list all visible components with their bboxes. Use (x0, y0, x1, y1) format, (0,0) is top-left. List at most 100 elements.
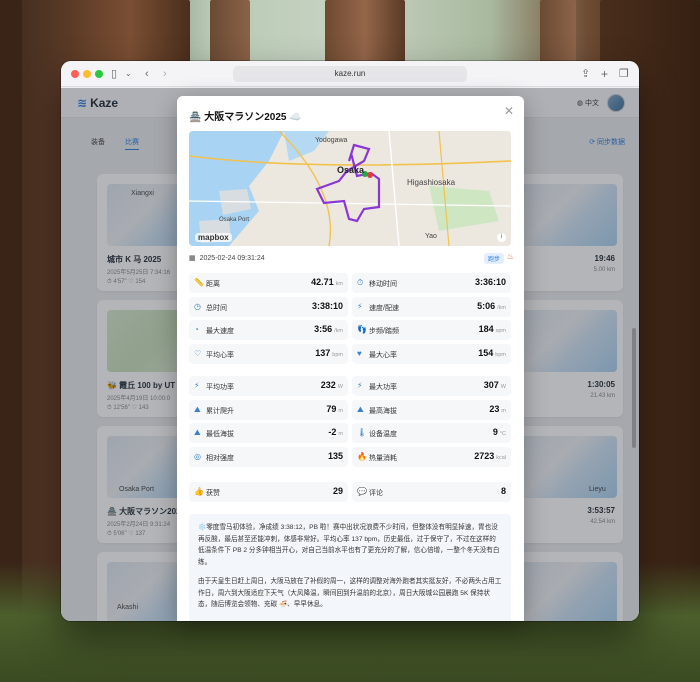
calendar-icon: ▦ (189, 255, 196, 262)
stat-icon: 💬 (357, 487, 367, 496)
stat-unit: bpm (332, 351, 343, 358)
stat-value: 9 °C (492, 427, 506, 437)
stat-stats_b-2: ⛰ 累计爬升 79 m (189, 399, 348, 420)
stat-label: 平均功率 (206, 384, 234, 391)
back-icon[interactable]: ‹ (145, 66, 149, 82)
stat-icon: ◔ (194, 325, 199, 334)
map-label-yao: Yao (425, 233, 437, 240)
stat-label: 评论 (369, 490, 383, 497)
stat-icon: ⛰ (194, 404, 201, 414)
info-icon[interactable]: i (497, 233, 506, 242)
stat-icon: ♥ (357, 348, 362, 358)
stat-unit: bpm (495, 351, 506, 358)
stat-icon: 👣 (357, 325, 367, 334)
flame-icon: ♨ (506, 252, 514, 261)
stat-label: 移动时间 (369, 281, 397, 288)
stat-label: 最大心率 (369, 351, 397, 359)
modal-title: 🏯 大阪マラソン2025 ☁️ (189, 112, 302, 123)
stat-value: 184 spm (478, 324, 506, 334)
stat-stats_b-6: ◎ 相对强度 135 (189, 446, 348, 467)
stat-icon: ⚡ (357, 301, 363, 311)
activity-date: ▦ 2025-02-24 09:31:24 (189, 255, 265, 262)
map-label-osaka-port: Osaka Port (219, 217, 250, 223)
route-map[interactable]: Yodogawa Osaka Higashiosaka Yao Osaka Po… (189, 131, 511, 246)
stat-icon: ⛰ (194, 428, 201, 437)
stat-label: 设备温度 (369, 431, 397, 438)
sidebar-toggle-icon[interactable]: ▯ (111, 66, 117, 82)
stat-label: 相对强度 (206, 454, 234, 462)
stat-label: 平均心率 (206, 351, 234, 359)
stat-icon: ⏱ (357, 278, 364, 287)
stat-stats_b-5: 🌡 设备温度 9 °C (352, 423, 511, 443)
stat-unit: spm (495, 328, 506, 334)
stat-unit: m (501, 407, 506, 414)
mapbox-logo: mapbox (195, 233, 232, 242)
sport-tag: 跑步 (483, 253, 504, 264)
stat-unit: W (337, 384, 343, 390)
stat-label: 最高海拔 (369, 407, 397, 415)
stat-icon: 👍 (194, 487, 204, 496)
stat-unit: kcal (496, 454, 506, 461)
stat-label: 热量消耗 (369, 454, 397, 462)
forward-icon[interactable]: › (163, 66, 167, 82)
url-text: kaze.run (334, 69, 366, 78)
stat-unit: /km (334, 328, 343, 334)
stat-value: 137 bpm (315, 347, 343, 358)
stat-value: 3:56/km (314, 324, 343, 334)
stat-value: 29 (332, 486, 343, 496)
stat-unit: m (338, 431, 343, 437)
zoom-window-button[interactable] (95, 70, 103, 78)
stat-stats_a-4: ◔ 最大速度 3:56/km (189, 320, 348, 340)
stat-stats_a-2: ◷ 总时间 3:38:10 (189, 296, 348, 317)
stat-stats_a-0: 📏 距离 42.71 km (189, 273, 348, 293)
address-bar[interactable]: kaze.run (233, 66, 467, 82)
stat-label: 距离 (206, 281, 220, 288)
stat-label: 最大速度 (206, 328, 234, 335)
stat-stats_b-3: ⛰ 最高海拔 23 m (352, 399, 511, 420)
stat-value: 232 W (320, 380, 343, 390)
stat-value: 42.71 km (311, 277, 343, 287)
stat-unit: °C (499, 431, 506, 437)
stat-label: 最大功率 (369, 384, 397, 391)
new-tab-icon[interactable]: + (601, 66, 608, 82)
stat-value: 23 m (489, 403, 506, 414)
stat-label: 速度/配速 (369, 304, 399, 312)
stat-value: 3:38:10 (311, 300, 343, 311)
description-paragraph: ❄️零度雪马初体验，净成绩 3:38:12，PB 啦！赛中出状况浪费不少时间，但… (198, 524, 500, 566)
close-icon[interactable]: ✕ (504, 104, 514, 118)
activity-detail-modal: 🏯 大阪マラソン2025 ☁️ ✕ Yodogawa Osaka Higashi… (177, 96, 524, 621)
stat-unit: W (500, 384, 506, 390)
stat-icon: 🔥 (357, 451, 367, 461)
stat-value: 307 W (483, 380, 506, 390)
close-window-button[interactable] (71, 70, 79, 78)
browser-titlebar: ▯ ⌄ ‹ › kaze.run ⇪ + ❐ (61, 61, 639, 87)
chevron-down-icon[interactable]: ⌄ (125, 66, 132, 82)
share-icon[interactable]: ⇪ (581, 66, 590, 82)
minimize-window-button[interactable] (83, 70, 91, 78)
stat-value: 8 (500, 486, 506, 496)
stat-value: 79 m (326, 403, 343, 414)
stat-stats_c-0: 👍 获赞 29 (189, 482, 348, 502)
stat-unit: m (338, 407, 343, 414)
map-label-higashiosaka: Higashiosaka (407, 178, 456, 187)
stat-stats_a-1: ⏱ 移动时间 3:36:10 (352, 273, 511, 293)
stat-unit: km (335, 281, 343, 287)
stat-icon: ⚡ (194, 381, 200, 390)
stat-icon: ◷ (194, 301, 201, 311)
map-label-osaka: Osaka (337, 165, 365, 175)
stat-label: 总时间 (206, 304, 227, 312)
stat-label: 获赞 (206, 490, 220, 497)
stat-stats_b-4: ⛰ 最低海拔 -2 m (189, 423, 348, 443)
stat-unit: /km (497, 304, 506, 311)
tabs-overview-icon[interactable]: ❐ (619, 66, 629, 82)
stat-icon: ◎ (194, 451, 201, 461)
stat-stats_a-6: ♡ 平均心率 137 bpm (189, 343, 348, 364)
stat-value: 2723 kcal (474, 450, 506, 461)
stat-stats_a-7: ♥ 最大心率 154 bpm (352, 343, 511, 364)
map-label-yodogawa: Yodogawa (315, 137, 348, 144)
activity-description: ❄️零度雪马初体验，净成绩 3:38:12，PB 啦！赛中出状况浪费不少时间，但… (189, 514, 511, 621)
description-paragraph: 由于天皇生日赶上周日，大阪马放在了补假的周一，这样的调整对海外跑者其实挺友好，不… (198, 578, 502, 608)
route-map-graphic (189, 131, 511, 246)
stat-stats_b-7: 🔥 热量消耗 2723 kcal (352, 446, 511, 467)
stat-value: 3:36:10 (474, 277, 506, 287)
